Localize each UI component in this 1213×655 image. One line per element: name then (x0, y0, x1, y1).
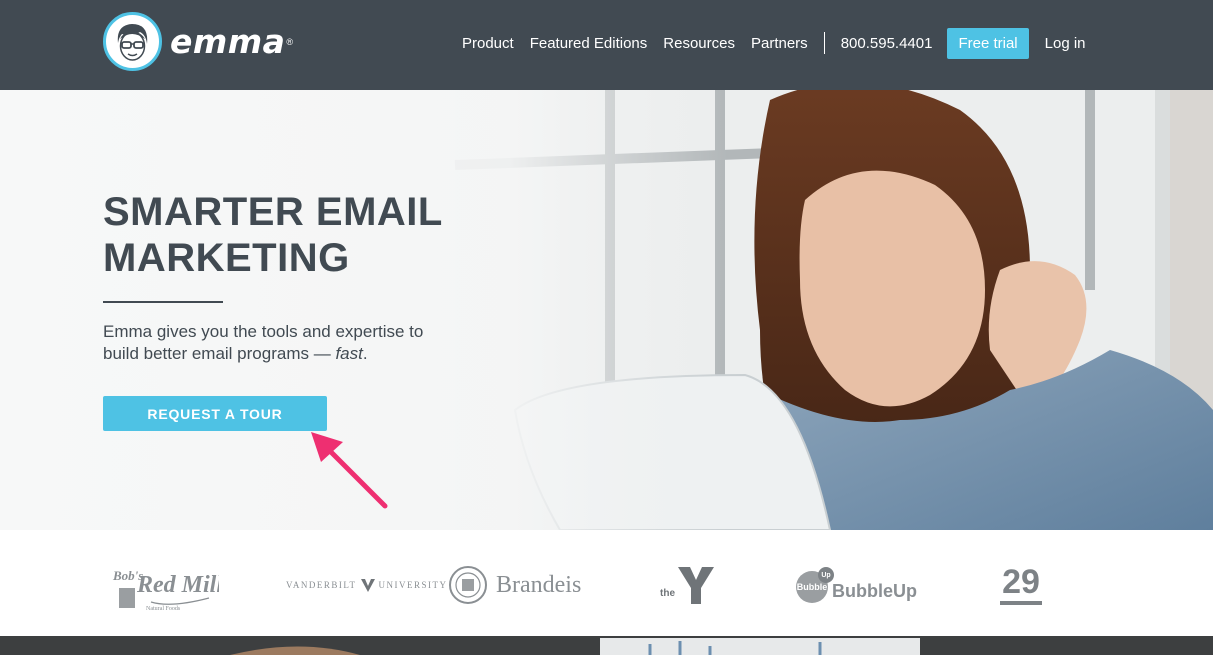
vanderbilt-logo: VANDERBILT UNIVERSITY (286, 560, 448, 610)
vanderbilt-left-text: VANDERBILT (286, 580, 357, 590)
hero-divider (103, 301, 223, 303)
emma-logo[interactable]: emma ® (103, 12, 293, 71)
ymca-y-icon (678, 567, 714, 604)
hero-subtitle-period: . (362, 344, 368, 363)
svg-text:Red Mill: Red Mill (136, 572, 219, 598)
nav-featured-editions[interactable]: Featured Editions (530, 35, 648, 52)
brandeis-seal-icon (449, 566, 487, 604)
next-section-preview (0, 636, 1213, 655)
hero-subtitle-text: Emma gives you the tools and expertise t… (103, 322, 424, 363)
svg-text:Natural Foods: Natural Foods (146, 606, 181, 612)
nav-resources[interactable]: Resources (663, 35, 735, 52)
hero-section: SMARTER EMAIL MARKETING Emma gives you t… (0, 90, 1213, 530)
bubbleup-logo: Bubble Up BubbleUp (796, 560, 917, 610)
brandeis-name: Brandeis (496, 571, 582, 598)
main-nav: Product Featured Editions Resources Part… (462, 27, 1086, 59)
ymca-the-text: the (660, 587, 675, 599)
brandeis-logo: Brandeis (448, 560, 581, 610)
phone-number[interactable]: 800.595.4401 (841, 35, 933, 52)
ymca-logo: the (660, 560, 715, 610)
hero-photo-woman-with-tablet (0, 90, 1213, 530)
hero-subtitle-emphasis: fast (335, 344, 363, 363)
vanderbilt-right-text: UNIVERSITY (378, 580, 448, 590)
twentynine-number: 29 (1002, 563, 1040, 601)
vanderbilt-v-icon (360, 579, 375, 592)
bubbleup-badge: Bubble Up (796, 567, 834, 603)
next-section-image (0, 636, 1213, 655)
logo-wordmark: emma (170, 22, 286, 61)
emma-face-icon (103, 12, 162, 71)
hero-title: SMARTER EMAIL MARKETING (103, 189, 503, 281)
login-link[interactable]: Log in (1045, 35, 1086, 52)
pointer-arrow-icon (311, 432, 388, 509)
nav-divider (823, 32, 825, 54)
twentynine-underline (1000, 601, 1042, 605)
site-header: emma ® Product Featured Editions Resourc… (0, 0, 1213, 90)
free-trial-button[interactable]: Free trial (947, 27, 1029, 59)
request-tour-button[interactable]: REQUEST A TOUR (103, 396, 327, 431)
hero-subtitle: Emma gives you the tools and expertise t… (103, 321, 463, 365)
bobs-red-mill-logo: Bob's Red Mill Natural Foods (111, 558, 219, 614)
registered-mark: ® (286, 36, 294, 47)
hero-title-line-2: MARKETING (103, 236, 350, 280)
nav-partners[interactable]: Partners (751, 35, 808, 52)
bubbleup-up-text: Up (818, 567, 834, 583)
bubbleup-name: BubbleUp (832, 580, 917, 601)
client-logos-strip: Bob's Red Mill Natural Foods VANDERBILT … (0, 530, 1213, 636)
nav-product[interactable]: Product (462, 35, 514, 52)
twentynine-logo: 29 (1000, 560, 1042, 610)
hero-title-line-1: SMARTER EMAIL (103, 190, 443, 234)
